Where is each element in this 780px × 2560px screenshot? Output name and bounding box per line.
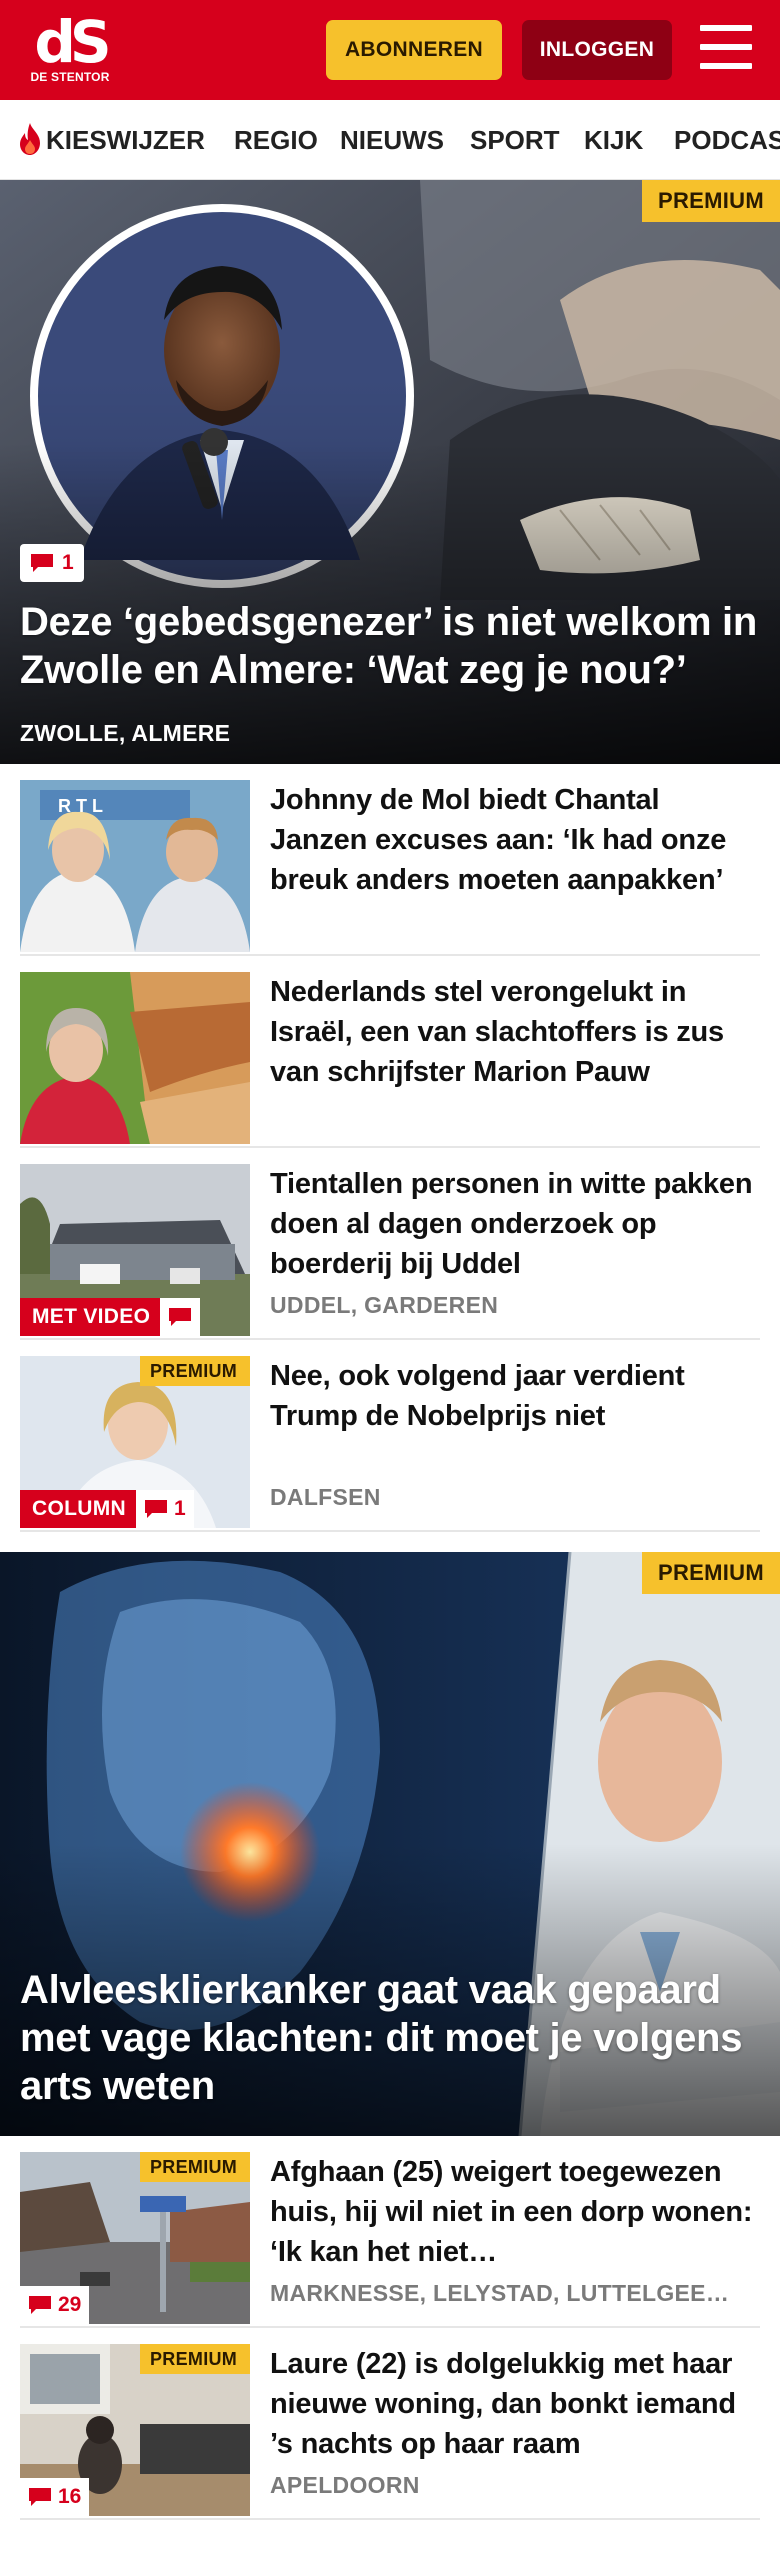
comment-icon <box>169 1308 191 1326</box>
comment-count[interactable]: 29 <box>20 2286 90 2324</box>
comment-count-value: 16 <box>58 2485 82 2508</box>
subscribe-button[interactable]: ABONNEREN <box>326 20 502 80</box>
list-item[interactable]: PREMIUM 16 Laure (22) is dolgelukkig met… <box>20 2328 760 2520</box>
column-tag: COLUMN <box>20 1490 138 1528</box>
article-location: APELDOORN <box>270 2472 420 2498</box>
hero-article[interactable]: PREMIUM 1 Deze ‘gebedsgenezer’ is niet w… <box>0 180 780 764</box>
premium-badge: PREMIUM <box>140 2344 250 2374</box>
site-header: dS DE STENTOR ABONNEREN INLOGGEN <box>0 0 780 100</box>
article-title[interactable]: Afghaan (25) weigert toegewezen huis, hi… <box>270 2152 760 2272</box>
nav-item-kijk[interactable]: KIJK <box>584 100 643 179</box>
comment-count[interactable]: 1 <box>20 544 84 582</box>
comment-count[interactable]: 1 <box>136 1490 194 1528</box>
comment-count[interactable] <box>160 1298 200 1336</box>
comment-count-value: 1 <box>174 1497 186 1520</box>
nav-item-regio[interactable]: REGIO <box>234 100 318 179</box>
hero-location: ZWOLLE, ALMERE <box>20 720 231 746</box>
nav-label: KIESWIJZER <box>46 125 205 155</box>
list-item[interactable]: PREMIUM 29 Afghaan (25) weigert toegewez… <box>20 2136 760 2328</box>
article-title[interactable]: Tientallen personen in witte pakken doen… <box>270 1164 760 1284</box>
video-tag: MET VIDEO <box>20 1298 163 1336</box>
comment-icon <box>31 554 53 572</box>
premium-badge: PREMIUM <box>642 180 780 222</box>
site-logo[interactable]: dS DE STENTOR <box>28 12 112 92</box>
article-location: UDDEL, GARDEREN <box>270 1292 499 1318</box>
hero-title[interactable]: Alvleesklierkanker gaat vaak gepaard met… <box>20 1966 760 2110</box>
comment-count-value: 1 <box>62 551 74 574</box>
comment-icon <box>29 2296 51 2314</box>
login-button[interactable]: INLOGGEN <box>522 20 672 80</box>
hero-article[interactable]: PREMIUM Alvleesklierkanker gaat vaak gep… <box>0 1552 780 2136</box>
hero-title[interactable]: Deze ‘gebedsgenezer’ is niet welkom in Z… <box>20 598 760 694</box>
logo-subtitle: DE STENTOR <box>30 70 110 84</box>
section-nav: KIESWIJZER REGIO NIEUWS SPORT KIJK PODCA… <box>0 100 780 180</box>
article-title[interactable]: Nederlands stel verongelukt in Israël, e… <box>270 972 760 1092</box>
nav-item-kieswijzer[interactable]: KIESWIJZER <box>16 100 205 179</box>
article-location: MARKNESSE, LELYSTAD, LUTTELGEE… <box>270 2280 730 2306</box>
comment-icon <box>29 2488 51 2506</box>
article-location: DALFSEN <box>270 1484 381 1510</box>
comment-count-value: 29 <box>58 2293 82 2316</box>
article-thumbnail <box>20 972 250 1144</box>
comment-count[interactable]: 16 <box>20 2478 90 2516</box>
premium-badge: PREMIUM <box>642 1552 780 1594</box>
list-item[interactable]: MET VIDEO Tientallen personen in witte p… <box>20 1148 760 1340</box>
comment-icon <box>145 1500 167 1518</box>
nav-item-nieuws[interactable]: NIEUWS <box>340 100 444 179</box>
article-title[interactable]: Laure (22) is dolgelukkig met haar nieuw… <box>270 2344 760 2464</box>
nav-item-sport[interactable]: SPORT <box>470 100 560 179</box>
article-title[interactable]: Nee, ook volgend jaar verdient Trump de … <box>270 1356 760 1436</box>
nav-item-podcast[interactable]: PODCAS <box>674 100 780 179</box>
premium-badge: PREMIUM <box>140 1356 250 1386</box>
flame-icon <box>20 123 40 156</box>
hamburger-menu-icon[interactable] <box>700 25 752 71</box>
article-title[interactable]: Johnny de Mol biedt Chantal Janzen excus… <box>270 780 760 900</box>
article-thumbnail: R T L <box>20 780 250 952</box>
logo-mark: dS <box>34 8 111 76</box>
list-item[interactable]: Nederlands stel verongelukt in Israël, e… <box>20 956 760 1148</box>
premium-badge: PREMIUM <box>140 2152 250 2182</box>
list-item[interactable]: PREMIUM COLUMN 1 Nee, ook volgend jaar v… <box>20 1340 760 1532</box>
list-item[interactable]: R T L Johnny de Mol biedt Chantal Janzen… <box>20 764 760 956</box>
